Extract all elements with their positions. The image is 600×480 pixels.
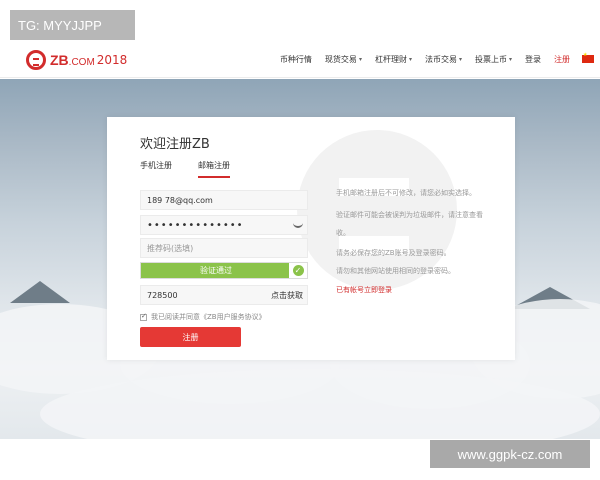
nav-login-label: 登录 [525,54,541,64]
china-flag-icon[interactable] [582,52,594,63]
nav-register-label: 注册 [554,54,570,64]
password-value: •••••••••••••• [147,219,244,231]
nav-register[interactable]: 注册 [554,54,570,65]
logo-suffix: .COM [68,57,95,68]
nav-fiat-label: 法币交易 [424,54,457,64]
chevron-down-icon: ▾ [508,55,512,63]
notice-line: 手机邮箱注册后不可修改，请您必如实选择。 [336,189,476,197]
get-code-button[interactable]: 点击获取 [271,290,303,301]
notice-line: 验证邮件可能会被误判为垃圾邮件，请注意查看 [336,211,483,219]
nav-menu: 币种行情 现货交易 ▾ 杠杆理财 ▾ 法币交易 ▾ 投票上币 ▾ 登录 注册 [267,40,594,78]
email-field[interactable]: 189 78@qq.com [140,190,308,210]
register-button[interactable]: 注册 [140,327,241,347]
nav-spot-trading[interactable]: 现货交易 ▾ [325,54,362,65]
nav-market-label: 币种行情 [279,54,312,64]
logo-text: ZB.COM [50,52,95,68]
zb-logo-icon [26,50,46,70]
chevron-down-icon: ▾ [358,55,362,63]
nav-vote-listing[interactable]: 投票上币 ▾ [475,54,512,65]
logo-main-text: ZB [50,52,69,68]
nav-login[interactable]: 登录 [525,54,541,65]
nav-leverage-label: 杠杆理财 [374,54,407,64]
password-field[interactable]: •••••••••••••• [140,215,308,235]
tab-phone-register[interactable]: 手机注册 [140,160,172,176]
site-watermark-label: www.ggpk-cz.com [430,440,590,468]
verify-status-text: 验证通过 [200,266,232,275]
slider-verification[interactable]: 验证通过 ✓ [140,262,308,279]
agreement-text[interactable]: 我已阅读并同意《ZB用户服务协议》 [151,312,266,322]
agree-checkbox[interactable] [140,312,147,321]
agreement-row[interactable]: 我已阅读并同意《ZB用户服务协议》 [140,312,266,322]
notice-line: 请务必保存您的ZB账号及登录密码。 [336,249,451,257]
nav-leverage[interactable]: 杠杆理财 ▾ [375,54,412,65]
chevron-down-icon: ▾ [458,55,462,63]
nav-fiat-trading[interactable]: 法币交易 ▾ [425,54,462,65]
login-link[interactable]: 已有帐号立即登录 [336,285,392,295]
invite-code-field[interactable]: 推荐码(选填) [140,238,308,258]
notice-line: 请勿和其他网站使用相同的登录密码。 [336,267,455,275]
nav-vote-label: 投票上币 [474,54,507,64]
nav-spot-label: 现货交易 [324,54,357,64]
chevron-down-icon: ▾ [408,55,412,63]
page-title: 欢迎注册ZB [140,137,210,152]
nav-market[interactable]: 币种行情 [280,54,312,65]
slider-handle[interactable]: ✓ [289,263,307,278]
zb-logo[interactable]: ZB.COM 2018 [26,49,127,71]
tab-email-register[interactable]: 邮箱注册 [198,160,230,178]
mountain-peak [10,281,70,303]
top-navbar: ZB.COM 2018 币种行情 现货交易 ▾ 杠杆理财 ▾ 法币交易 ▾ 投票上币 ▾… [0,40,600,78]
check-icon: ✓ [292,265,304,276]
tg-watermark-label: TG: MYYJJPP [10,10,135,40]
logo-year: 2018 [96,53,128,67]
notice-line: 收。 [336,229,350,237]
eye-closed-icon[interactable] [293,222,303,228]
